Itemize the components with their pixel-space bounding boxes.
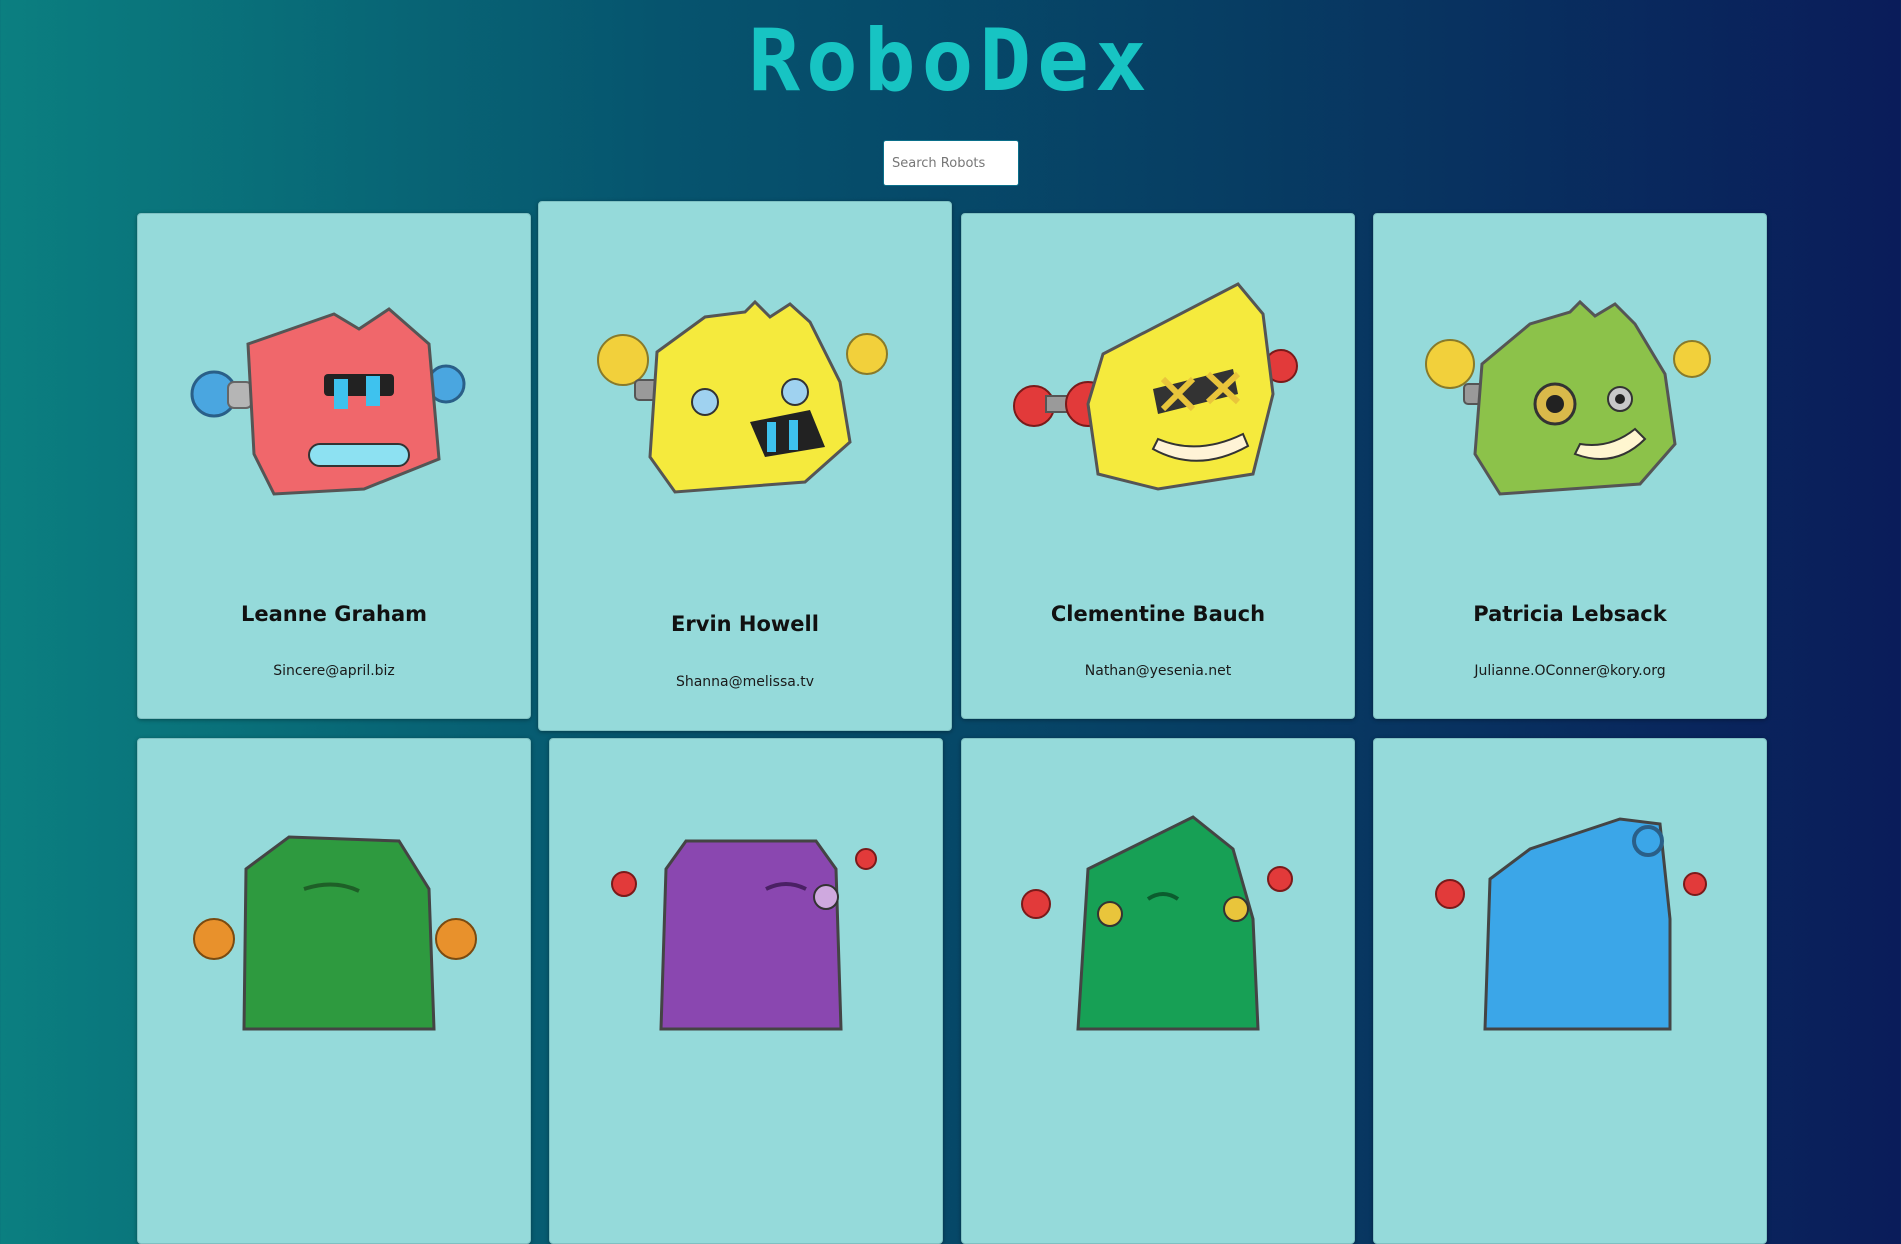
robot-name: Leanne Graham: [240, 602, 428, 626]
robot-name: Patricia Lebsack: [1473, 602, 1667, 626]
robot-card[interactable]: Ervin Howell Shanna@melissa.tv: [538, 201, 952, 731]
robot-card[interactable]: Clementine Bauch Nathan@yesenia.net: [961, 213, 1355, 719]
robot-avatar: [597, 299, 888, 494]
robot-email: Shanna@melissa.tv: [675, 674, 815, 690]
robot-card-list: Leanne Graham Sincere@april.biz Ervin Ho…: [0, 0, 1901, 1244]
robot-email: Sincere@april.biz: [273, 663, 395, 679]
robot-avatar: [611, 839, 877, 1031]
robot-avatar: [1425, 299, 1711, 496]
robot-avatar: [1013, 282, 1298, 491]
robot-card[interactable]: [549, 738, 943, 1244]
robot-email: Julianne.OConner@kory.org: [1474, 663, 1666, 679]
robot-email: Nathan@yesenia.net: [1084, 663, 1232, 679]
robot-name: Clementine Bauch: [1050, 602, 1266, 626]
robot-avatar: [190, 307, 466, 496]
robot-card[interactable]: Leanne Graham Sincere@april.biz: [137, 213, 531, 719]
robot-card[interactable]: Patricia Lebsack Julianne.OConner@kory.o…: [1373, 213, 1767, 719]
robot-avatar: [1435, 817, 1707, 1031]
robot-name: Ervin Howell: [671, 612, 819, 636]
robot-card[interactable]: [137, 738, 531, 1244]
robot-card[interactable]: [961, 738, 1355, 1244]
robot-avatar: [193, 835, 477, 1031]
robot-card[interactable]: [1373, 738, 1767, 1244]
robot-avatar: [1021, 815, 1293, 1031]
